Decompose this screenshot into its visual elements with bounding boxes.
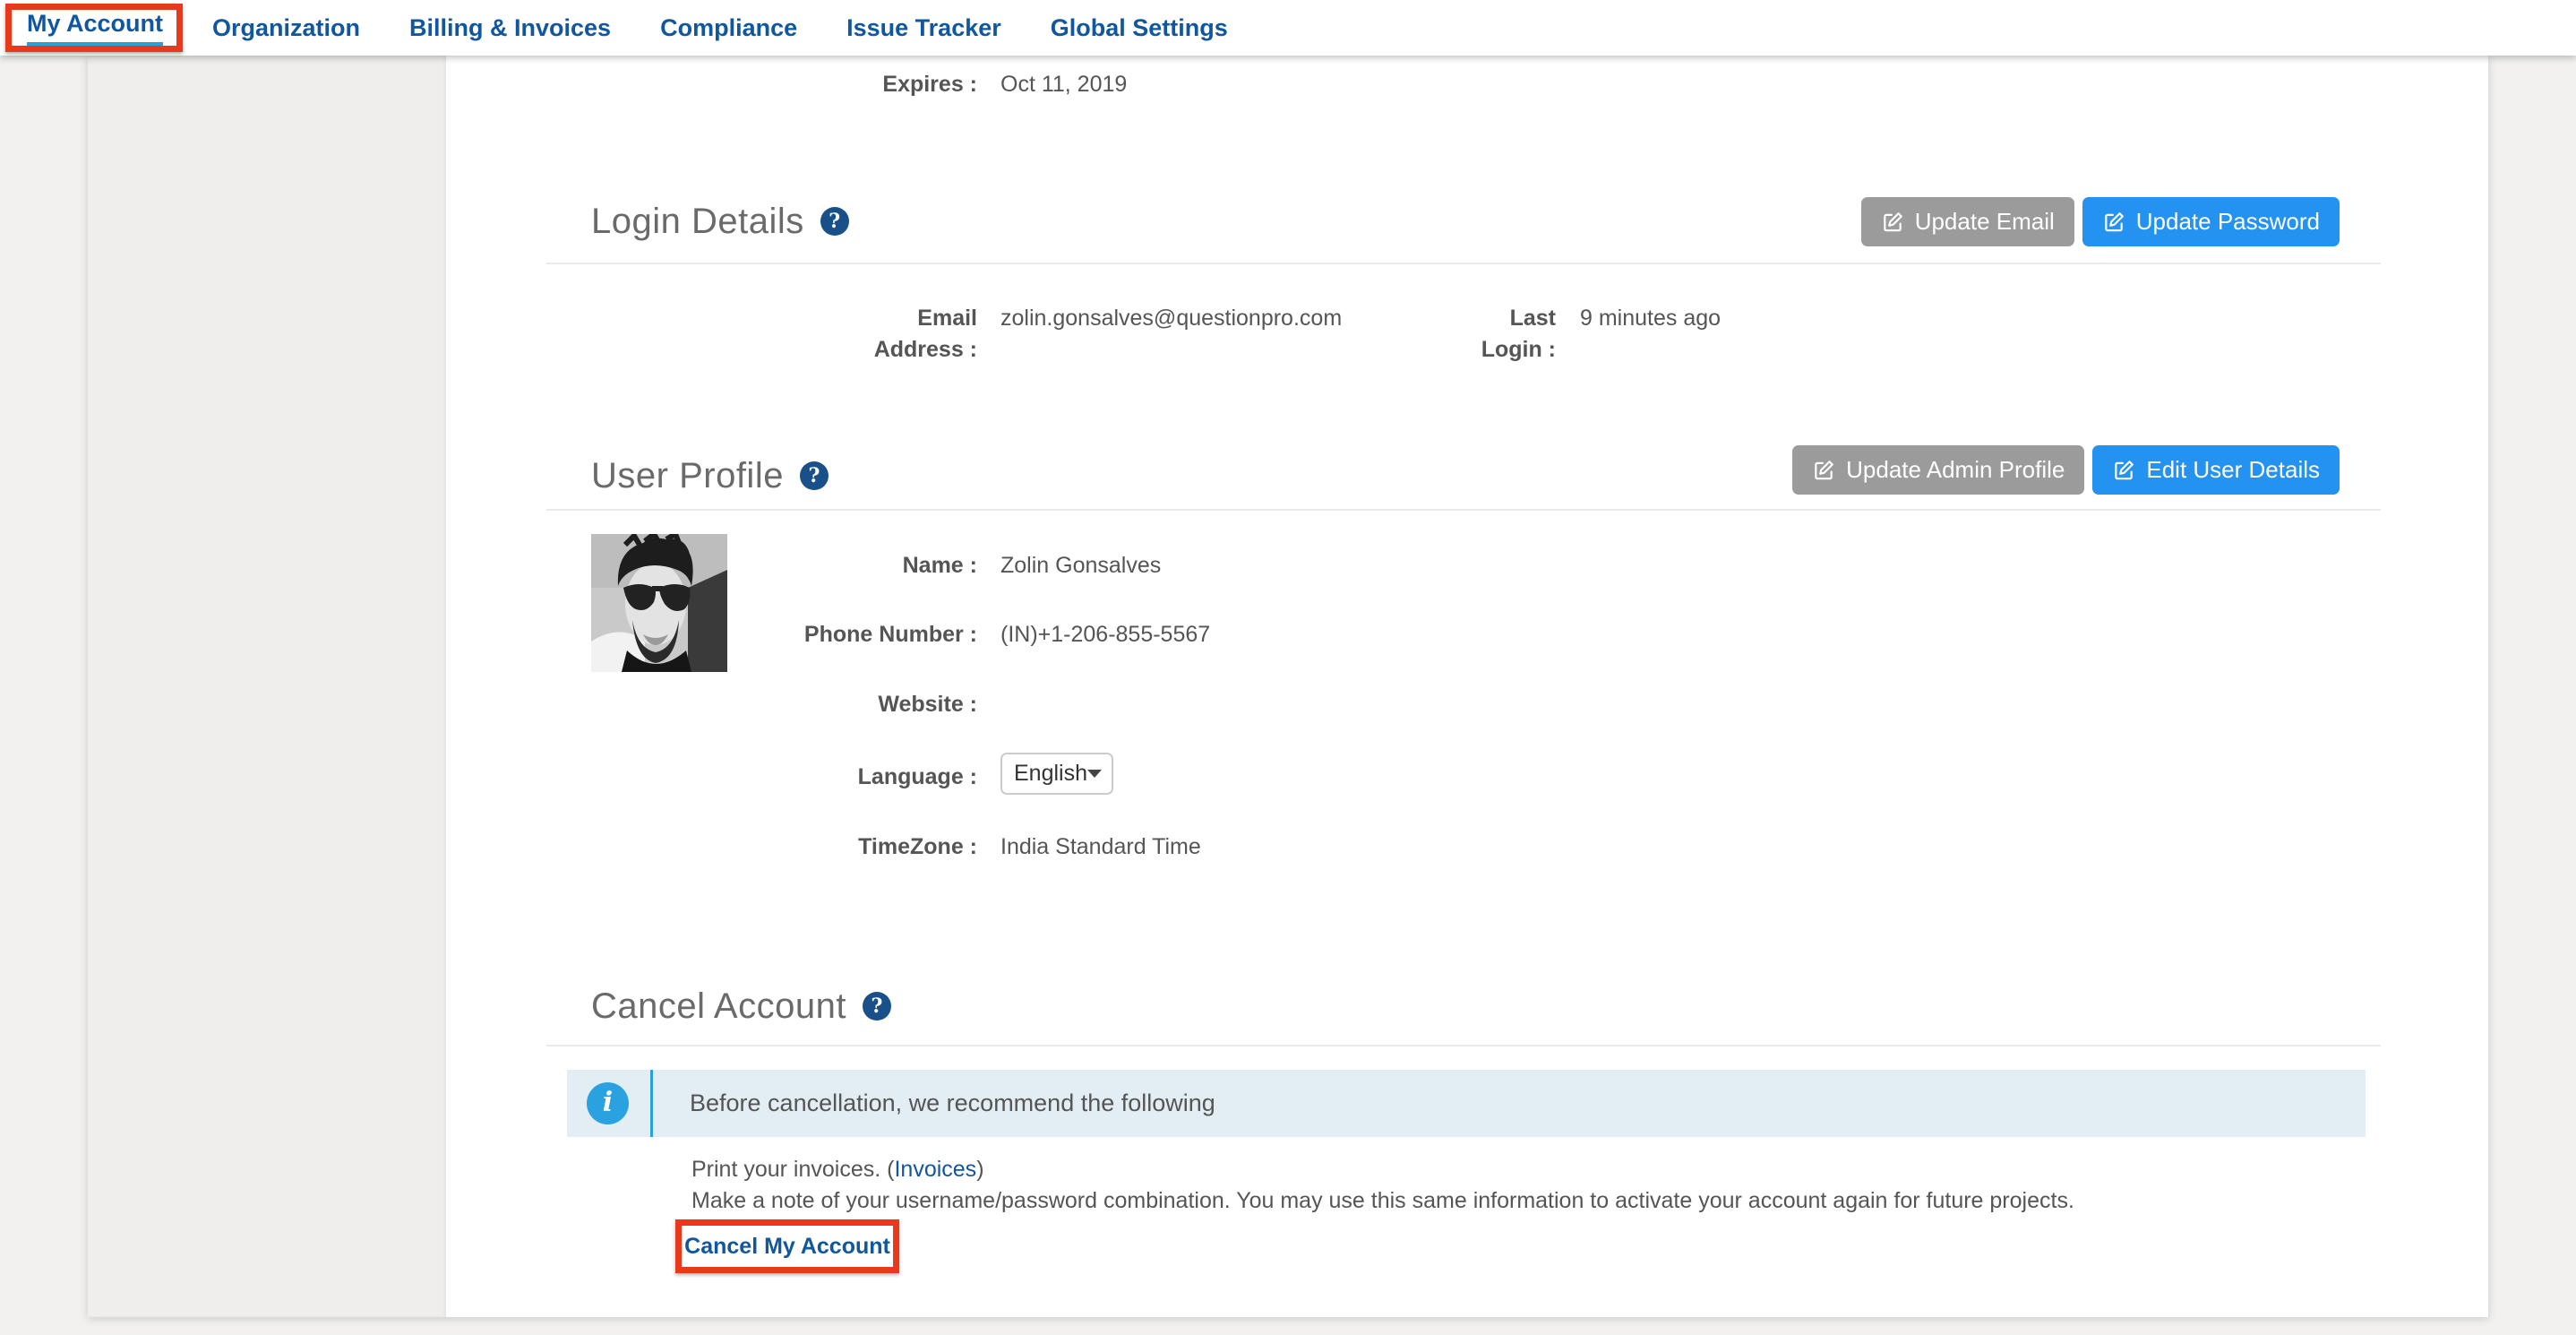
cancel-my-account-link[interactable]: Cancel My Account xyxy=(684,1234,890,1260)
name-label: Name : xyxy=(536,550,977,581)
print-invoices-text: Print your invoices. ( xyxy=(691,1157,894,1182)
tab-global-settings[interactable]: Global Settings xyxy=(1051,14,1228,42)
invoices-link[interactable]: Invoices xyxy=(894,1157,976,1182)
language-select[interactable]: English xyxy=(1000,753,1113,795)
edit-icon xyxy=(1881,211,1904,234)
help-icon[interactable]: ? xyxy=(800,461,829,490)
tab-compliance[interactable]: Compliance xyxy=(660,14,797,42)
login-details-title: Login Details xyxy=(591,202,804,242)
cancel-account-title: Cancel Account xyxy=(591,986,846,1027)
print-invoices-text-close: ) xyxy=(976,1157,983,1182)
update-password-button[interactable]: Update Password xyxy=(2082,197,2340,246)
section-divider xyxy=(546,509,2381,511)
left-sidebar-panel xyxy=(88,56,446,1317)
user-profile-heading: User Profile ? xyxy=(591,453,829,498)
red-annotation-box-cancel-account: Cancel My Account xyxy=(675,1219,899,1273)
edit-icon xyxy=(2112,459,2135,482)
cancellation-info-box: i Before cancellation, we recommend the … xyxy=(567,1070,2366,1137)
phone-number-value: (IN)+1-206-855-5567 xyxy=(1000,619,1210,650)
last-login-value: 9 minutes ago xyxy=(1580,303,1721,334)
update-admin-profile-button[interactable]: Update Admin Profile xyxy=(1792,445,2084,495)
name-value: Zolin Gonsalves xyxy=(1000,550,1161,581)
content-card: Expires : Oct 11, 2019 Login Details ? U… xyxy=(88,56,2488,1317)
tab-organization[interactable]: Organization xyxy=(212,14,360,42)
expires-label: Expires : xyxy=(536,69,977,100)
info-box-divider xyxy=(650,1070,653,1137)
tab-my-account-label: My Account xyxy=(27,10,163,47)
timezone-label: TimeZone : xyxy=(536,831,977,863)
tab-billing-invoices[interactable]: Billing & Invoices xyxy=(409,14,611,42)
print-invoices-line: Print your invoices. (Invoices) xyxy=(691,1157,984,1183)
help-icon[interactable]: ? xyxy=(820,207,849,236)
top-nav: My Account Organization Billing & Invoic… xyxy=(0,0,2576,56)
update-admin-profile-label: Update Admin Profile xyxy=(1846,456,2065,484)
tab-issue-tracker-label: Issue Tracker xyxy=(846,14,1001,41)
tab-organization-label: Organization xyxy=(212,14,360,41)
update-email-label: Update Email xyxy=(1915,208,2055,236)
phone-number-label: Phone Number : xyxy=(536,619,977,650)
update-email-button[interactable]: Update Email xyxy=(1861,197,2074,246)
language-selected-value: English xyxy=(1014,761,1087,787)
tab-billing-invoices-label: Billing & Invoices xyxy=(409,14,611,41)
user-profile-title: User Profile xyxy=(591,456,784,496)
tab-issue-tracker[interactable]: Issue Tracker xyxy=(846,14,1001,42)
website-label: Website : xyxy=(536,689,977,720)
language-label: Language : xyxy=(536,762,977,793)
help-icon[interactable]: ? xyxy=(863,992,891,1021)
timezone-value: India Standard Time xyxy=(1000,831,1201,863)
last-login-label: Last Login : xyxy=(1471,303,1556,366)
cancel-account-heading: Cancel Account ? xyxy=(591,984,891,1029)
edit-icon xyxy=(1812,459,1835,482)
tab-global-settings-label: Global Settings xyxy=(1051,14,1228,41)
tab-my-account[interactable]: My Account xyxy=(27,10,163,47)
section-divider xyxy=(546,263,2381,264)
user-profile-buttons: Update Admin Profile Edit User Details xyxy=(1792,445,2340,495)
edit-icon xyxy=(2102,211,2125,234)
email-address-label: Email Address : xyxy=(859,303,977,366)
edit-user-details-button[interactable]: Edit User Details xyxy=(2092,445,2340,495)
tab-compliance-label: Compliance xyxy=(660,14,797,41)
login-details-heading: Login Details ? xyxy=(591,199,849,244)
page: My Account Organization Billing & Invoic… xyxy=(0,0,2576,1335)
update-password-label: Update Password xyxy=(2136,208,2320,236)
expires-value: Oct 11, 2019 xyxy=(1000,69,1127,100)
chevron-down-icon xyxy=(1087,770,1102,778)
edit-user-details-label: Edit User Details xyxy=(2146,456,2320,484)
login-details-buttons: Update Email Update Password xyxy=(1861,197,2340,246)
cancellation-info-title: Before cancellation, we recommend the fo… xyxy=(690,1070,1215,1137)
username-password-note: Make a note of your username/password co… xyxy=(691,1188,2074,1214)
section-divider xyxy=(546,1045,2381,1046)
email-address-value: zolin.gonsalves@questionpro.com xyxy=(1000,303,1342,334)
info-icon: i xyxy=(587,1082,629,1124)
